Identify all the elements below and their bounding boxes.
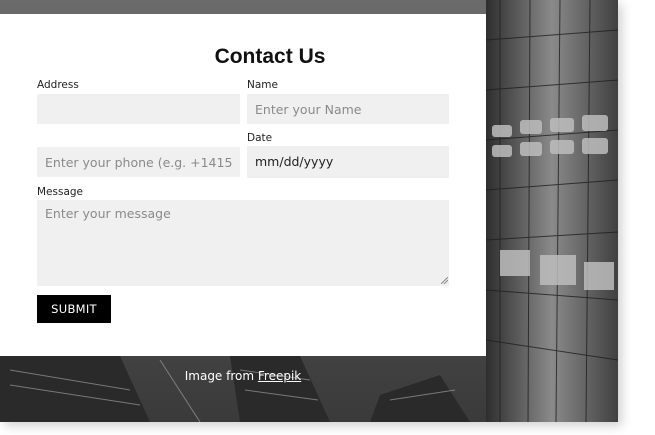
contact-form-card: Contact Us Address Name Date mm/dd/yyyy … <box>0 14 486 356</box>
address-input[interactable] <box>37 94 240 124</box>
phone-input[interactable] <box>37 147 240 177</box>
message-label: Message <box>37 186 84 198</box>
image-credit: Image from Freepik <box>0 369 486 383</box>
submit-button[interactable]: SUBMIT <box>37 295 111 323</box>
resize-grip-icon[interactable] <box>441 277 448 284</box>
date-input[interactable]: mm/dd/yyyy <box>247 146 449 178</box>
date-label: Date <box>247 132 273 144</box>
address-label: Address <box>37 79 79 91</box>
form-title: Contact Us <box>214 45 326 68</box>
message-textarea[interactable] <box>37 200 449 286</box>
name-label: Name <box>247 79 278 91</box>
credit-prefix: Image from <box>184 369 258 383</box>
freepik-link[interactable]: Freepik <box>258 369 301 383</box>
name-input[interactable] <box>247 94 449 124</box>
